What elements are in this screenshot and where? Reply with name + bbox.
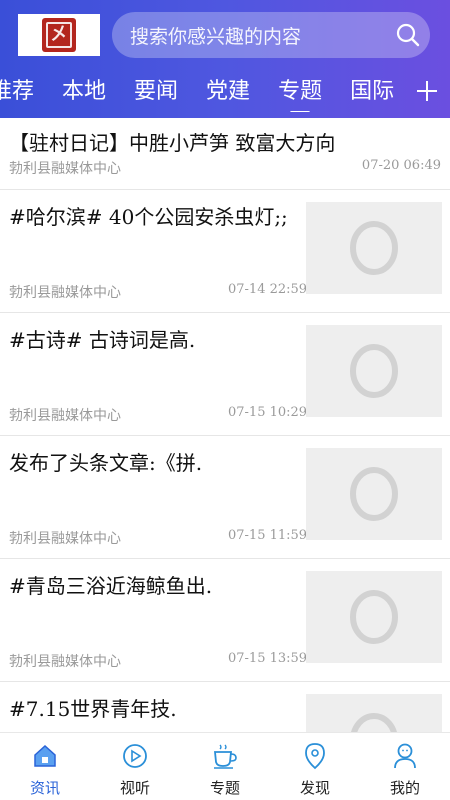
tab-recommend[interactable]: 推荐 — [0, 74, 34, 110]
search-bar[interactable]: 搜索你感兴趣的内容 — [112, 12, 430, 58]
news-title: #哈尔滨# 40个公园安杀虫灯;; — [9, 205, 288, 229]
news-source: 勃利县融媒体中心 — [9, 161, 121, 177]
news-title: #古诗# 古诗词是高. — [9, 328, 196, 352]
tab-local[interactable]: 本地 — [62, 74, 106, 110]
loading-ring-icon — [350, 590, 398, 644]
news-item[interactable]: 发布了头条文章:《拼. 勃利县融媒体中心 07-15 11:59 — [0, 436, 450, 559]
cup-icon — [210, 741, 240, 771]
nav-news[interactable]: 资讯 — [0, 733, 90, 800]
loading-thumbnail — [306, 694, 442, 732]
nav-audiovisual[interactable]: 视听 — [90, 733, 180, 800]
app-logo[interactable]: 㐅 — [18, 14, 100, 56]
news-time: 07-20 06:49 — [361, 158, 441, 173]
nav-label: 资讯 — [29, 779, 60, 797]
nav-discover[interactable]: 发现 — [270, 733, 360, 800]
loading-thumbnail — [306, 571, 442, 663]
news-title: 发布了头条文章:《拼. — [9, 451, 203, 475]
search-icon[interactable] — [386, 12, 430, 58]
news-time: 07-15 11:59 — [228, 528, 308, 543]
app-header: 㐅 搜索你感兴趣的内容 推荐 本地 要闻 党建 专题 国际 — [0, 0, 450, 118]
news-source: 勃利县融媒体中心 — [9, 654, 121, 670]
news-item[interactable]: #古诗# 古诗词是高. 勃利县融媒体中心 07-15 10:29 — [0, 313, 450, 436]
news-time: 07-14 22:59 — [228, 282, 308, 297]
news-item[interactable]: #哈尔滨# 40个公园安杀虫灯;; 勃利县融媒体中心 07-14 22:59 — [0, 190, 450, 313]
tab-international[interactable]: 国际 — [350, 74, 394, 110]
tab-special[interactable]: 专题 — [278, 74, 322, 112]
loading-ring-icon — [350, 221, 398, 275]
news-feed: 【驻村日记】中胜小芦笋 致富大方向 勃利县融媒体中心 07-20 06:49 #… — [0, 118, 450, 732]
search-placeholder[interactable]: 搜索你感兴趣的内容 — [130, 22, 386, 49]
news-title: 【驻村日记】中胜小芦笋 致富大方向 — [9, 131, 336, 155]
news-source: 勃利县融媒体中心 — [9, 285, 121, 301]
news-time: 07-15 13:59 — [228, 651, 308, 666]
news-source: 勃利县融媒体中心 — [9, 408, 121, 424]
location-icon — [300, 741, 330, 771]
channel-tabs: 推荐 本地 要闻 党建 专题 国际 — [0, 72, 410, 112]
user-icon — [390, 741, 420, 771]
seal-icon: 㐅 — [42, 18, 76, 52]
loading-ring-icon — [350, 467, 398, 521]
play-icon — [120, 741, 150, 771]
bottom-nav: 资讯 视听 专题 发现 我的 — [0, 732, 450, 800]
news-time: 07-15 10:29 — [228, 405, 308, 420]
news-title: #青岛三浴近海鲸鱼出. — [9, 574, 213, 598]
tab-party[interactable]: 党建 — [206, 74, 250, 110]
nav-label: 发现 — [299, 779, 330, 797]
nav-special[interactable]: 专题 — [180, 733, 270, 800]
news-item[interactable]: 【驻村日记】中胜小芦笋 致富大方向 勃利县融媒体中心 07-20 06:49 — [0, 118, 450, 190]
news-item[interactable]: #7.15世界青年技. — [0, 682, 450, 732]
nav-label: 视听 — [119, 779, 150, 797]
nav-label: 我的 — [389, 779, 420, 797]
loading-ring-icon — [350, 344, 398, 398]
nav-mine[interactable]: 我的 — [360, 733, 450, 800]
tab-headlines[interactable]: 要闻 — [134, 74, 178, 110]
loading-thumbnail — [306, 448, 442, 540]
news-title: #7.15世界青年技. — [9, 697, 177, 721]
loading-thumbnail — [306, 202, 442, 294]
news-source: 勃利县融媒体中心 — [9, 531, 121, 547]
loading-thumbnail — [306, 325, 442, 417]
loading-ring-icon — [351, 713, 397, 732]
news-item[interactable]: #青岛三浴近海鲸鱼出. 勃利县融媒体中心 07-15 13:59 — [0, 559, 450, 682]
nav-label: 专题 — [209, 779, 240, 797]
home-icon — [30, 741, 60, 771]
add-channel-icon[interactable] — [410, 74, 444, 108]
